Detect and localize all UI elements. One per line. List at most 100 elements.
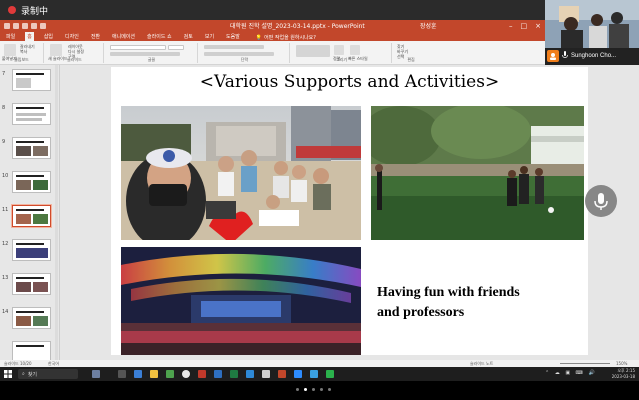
microphone-small-icon <box>562 51 568 61</box>
shapes-gallery[interactable] <box>296 45 330 57</box>
lightbulb-icon: 💡 <box>255 34 263 41</box>
microphone-button[interactable] <box>585 185 617 217</box>
slide-thumbnail-9[interactable] <box>12 137 51 159</box>
page-dot[interactable] <box>320 388 323 391</box>
app-icon-red[interactable] <box>198 370 206 378</box>
system-tray-icons[interactable]: ⌃ ☁ ▣ ⌨ 🔊 <box>545 370 597 376</box>
tab-insert[interactable]: 삽입 <box>42 32 55 41</box>
taskbar-search[interactable]: ⌕ 찾기 <box>18 369 78 379</box>
excel-icon[interactable] <box>230 370 238 378</box>
arrange-icon[interactable] <box>334 45 344 55</box>
close-icon[interactable]: × <box>535 22 541 30</box>
font-name-select[interactable] <box>110 45 166 50</box>
slide-thumbnail-8[interactable] <box>12 103 51 125</box>
ribbon: 붙여넣기 잘라내기 복사 클립보드 새 슬라이드 레이아웃 다시 설정 구역 슬… <box>0 41 639 65</box>
chrome-icon[interactable] <box>182 370 190 378</box>
ribbon-group-paragraph: 단락 <box>200 43 290 63</box>
tab-animations[interactable]: 애니메이션 <box>110 32 137 41</box>
zoom-level[interactable]: 150% <box>616 361 627 366</box>
tab-design[interactable]: 디자인 <box>63 32 81 41</box>
minimize-icon[interactable]: – <box>509 22 513 30</box>
participant-label: Sunghoon Cho... <box>547 49 616 63</box>
tab-slideshow[interactable]: 슬라이드 쇼 <box>145 32 174 41</box>
taskbar-search-label: 찾기 <box>27 371 38 378</box>
soccer-field-photo[interactable] <box>371 106 584 240</box>
slide-thumbnail-14[interactable] <box>12 307 51 329</box>
tab-review[interactable]: 검토 <box>182 32 195 41</box>
status-bar: 슬라이드 10/20 한국어 슬라이드 노트 150% <box>0 360 639 367</box>
slide-caption[interactable]: Having fun with friends and professors <box>377 283 520 323</box>
search-icon: ⌕ <box>22 371 25 377</box>
tell-me-search[interactable]: 💡 어떤 작업을 원하시나요? <box>255 34 316 42</box>
slide-thumbnail-selected[interactable] <box>12 205 51 227</box>
slide-thumbnail-pane: 7 8 9 10 11 12 13 14 <box>0 65 60 360</box>
thumbnail-scrollbar[interactable] <box>55 65 58 360</box>
slide-thumbnail-13[interactable] <box>12 273 51 295</box>
new-slide-icon[interactable] <box>50 44 62 56</box>
microphone-icon <box>594 193 608 210</box>
slide-thumbnail-10[interactable] <box>12 171 51 193</box>
page-dot[interactable] <box>328 388 331 391</box>
outlook-icon[interactable] <box>246 370 254 378</box>
participant-avatar-icon <box>547 50 559 62</box>
edge-icon[interactable] <box>134 370 142 378</box>
page-dot-active[interactable] <box>304 388 307 391</box>
save-icon[interactable] <box>13 22 19 29</box>
task-view-icon[interactable] <box>118 370 126 378</box>
slide-number: 10 <box>2 173 9 179</box>
record-icon[interactable] <box>8 6 16 14</box>
undo-icon[interactable] <box>22 22 28 29</box>
tell-me-hint: 어떤 작업을 원하시나요? <box>264 35 316 41</box>
windows-start-icon[interactable] <box>4 370 12 378</box>
webcam-video[interactable]: Sunghoon Cho... <box>545 0 639 65</box>
zoom-app-icon[interactable] <box>294 370 302 378</box>
concert-hall-photo[interactable] <box>121 247 361 355</box>
app-icon-grey[interactable] <box>262 370 270 378</box>
store-icon[interactable] <box>166 370 174 378</box>
page-dot[interactable] <box>312 388 315 391</box>
maximize-icon[interactable]: □ <box>521 22 528 30</box>
slide-thumbnail-15[interactable] <box>12 341 51 360</box>
quick-access-toolbar <box>0 22 46 29</box>
file-explorer-icon[interactable] <box>150 370 158 378</box>
ribbon-group-clipboard: 붙여넣기 잘라내기 복사 클립보드 <box>0 43 44 63</box>
ribbon-group-slides: 새 슬라이드 레이아웃 다시 설정 구역 슬라이드 <box>46 43 104 63</box>
tab-transitions[interactable]: 전환 <box>89 32 102 41</box>
app-icon-green[interactable] <box>326 370 334 378</box>
page-dot[interactable] <box>296 388 299 391</box>
beach-group-photo[interactable] <box>121 106 361 240</box>
slide[interactable]: <Various Supports and Activities> Having… <box>111 67 588 355</box>
page-indicator[interactable] <box>296 388 331 391</box>
redo-icon[interactable] <box>31 22 37 29</box>
list-buttons[interactable] <box>204 45 264 49</box>
taskbar-clock[interactable]: 오후 2:15 2023-03-18 <box>612 368 635 380</box>
ribbon-group-label: 편집 <box>407 57 415 62</box>
slide-thumbnail-7[interactable] <box>12 69 51 91</box>
font-format-buttons[interactable] <box>110 52 180 56</box>
app-icon-blue[interactable] <box>310 370 318 378</box>
quick-styles-icon[interactable] <box>350 45 360 55</box>
paste-icon[interactable] <box>4 44 16 56</box>
zoom-slider[interactable] <box>560 363 610 364</box>
font-size-select[interactable] <box>168 45 184 50</box>
copy-button[interactable]: 복사 <box>20 49 27 55</box>
tab-file[interactable]: 파일 <box>4 32 17 41</box>
word-icon[interactable] <box>214 370 222 378</box>
slide-caption-line: and professors <box>377 305 465 320</box>
signed-in-user[interactable]: 장성훈 <box>420 21 437 30</box>
present-icon[interactable] <box>40 22 46 29</box>
window-controls: – □ × <box>509 22 541 30</box>
slide-title[interactable]: <Various Supports and Activities> <box>111 72 588 92</box>
powerpoint-icon[interactable] <box>278 370 286 378</box>
align-buttons[interactable] <box>204 52 274 56</box>
tab-view[interactable]: 보기 <box>203 32 216 41</box>
ribbon-group-label: 클립보드 <box>14 57 29 62</box>
clock-date: 2023-03-18 <box>611 374 635 379</box>
screen: 录制中 대학원 진학 설명_2023-03-14.pptx - PowerPoi… <box>0 0 639 400</box>
slide-thumbnail-12[interactable] <box>12 239 51 261</box>
autosave-icon[interactable] <box>4 22 10 29</box>
widgets-icon[interactable] <box>92 370 100 378</box>
tab-help[interactable]: 도움말 <box>224 32 242 41</box>
tab-home[interactable]: 홈 <box>25 32 34 41</box>
participant-name: Sunghoon Cho... <box>571 53 617 59</box>
